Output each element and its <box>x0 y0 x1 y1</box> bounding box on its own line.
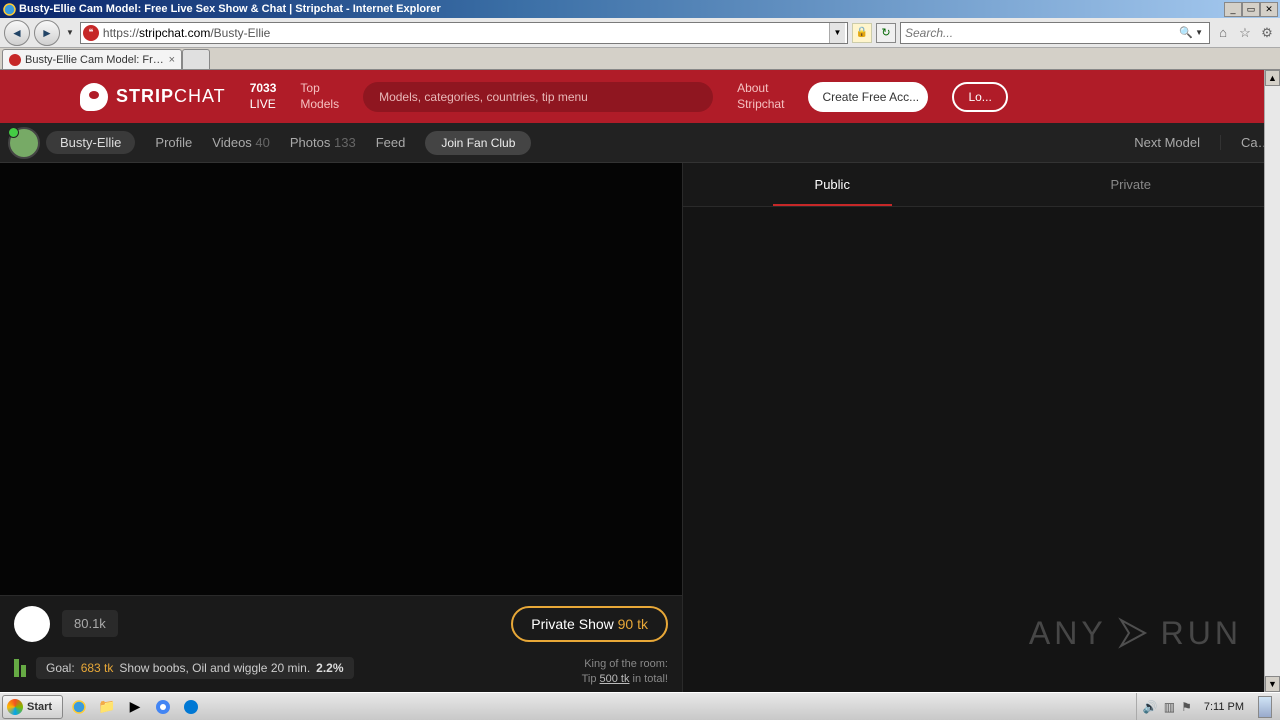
taskbar-explorer-icon[interactable]: 📁 <box>95 696 119 718</box>
lock-icon[interactable]: 🔒 <box>852 23 872 43</box>
taskbar-edge-icon[interactable] <box>179 696 203 718</box>
nav-profile[interactable]: Profile <box>155 135 192 150</box>
window-titlebar: Busty-Ellie Cam Model: Free Live Sex Sho… <box>0 0 1280 18</box>
model-avatar[interactable] <box>8 127 40 159</box>
browser-search[interactable]: 🔍 ▼ <box>900 22 1210 44</box>
video-info-bar: 80.1k Private Show 90 tk <box>0 595 682 651</box>
close-tab-icon[interactable]: × <box>169 54 175 66</box>
site-logo[interactable]: STRIPCHAT <box>80 83 226 111</box>
nav-dropdown[interactable]: ▼ <box>64 28 76 37</box>
main-content: 80.1k Private Show 90 tk Goal: 683 tk Sh… <box>0 163 1280 692</box>
browser-toolbar: ◄ ► ▼ ❝ https://stripchat.com/Busty-Elli… <box>0 18 1280 48</box>
taskbar-clock[interactable]: 7:11 PM <box>1198 701 1250 713</box>
system-tray: 🔊 ▥ ⚑ 7:11 PM <box>1136 693 1278 720</box>
nav-videos[interactable]: Videos 40 <box>212 135 270 150</box>
scroll-down-icon[interactable]: ▼ <box>1265 676 1280 692</box>
goal-bar: Goal: 683 tk Show boobs, Oil and wiggle … <box>0 651 682 692</box>
search-dropdown[interactable]: ▼ <box>1193 28 1205 37</box>
start-button[interactable]: Start <box>2 695 63 719</box>
follower-count: 80.1k <box>62 610 118 637</box>
minimize-button[interactable]: _ <box>1224 2 1242 17</box>
create-account-button[interactable]: Create Free Acc... <box>808 82 928 112</box>
chat-column: Public Private <box>682 163 1280 692</box>
king-of-room: King of the room: Tip 500 tk in total! <box>582 657 668 686</box>
site-header: STRIPCHAT 7033 LIVE TopModels Models, ca… <box>0 70 1280 123</box>
about-link[interactable]: AboutStripchat <box>737 81 784 112</box>
browser-tabbar: Busty-Ellie Cam Model: Free … × <box>0 48 1280 70</box>
windows-taskbar: Start 📁 ▶ 🔊 ▥ ⚑ 7:11 PM <box>0 692 1280 720</box>
nav-photos[interactable]: Photos 133 <box>290 135 356 150</box>
site-favicon: ❝ <box>83 25 99 41</box>
vertical-scrollbar[interactable]: ▲ ▼ <box>1264 70 1280 692</box>
tab-title: Busty-Ellie Cam Model: Free … <box>25 54 165 66</box>
model-name: Busty-Ellie <box>46 131 135 154</box>
private-show-button[interactable]: Private Show 90 tk <box>511 606 668 642</box>
window-title: Busty-Ellie Cam Model: Free Live Sex Sho… <box>19 3 1224 15</box>
favorites-icon[interactable]: ☆ <box>1236 24 1254 42</box>
broadcaster-avatar[interactable] <box>14 606 50 642</box>
page-viewport: STRIPCHAT 7033 LIVE TopModels Models, ca… <box>0 70 1280 692</box>
browser-tab-active[interactable]: Busty-Ellie Cam Model: Free … × <box>2 49 182 69</box>
chat-tabs: Public Private <box>683 163 1280 207</box>
close-window-button[interactable]: ✕ <box>1260 2 1278 17</box>
forward-button[interactable]: ► <box>34 20 60 46</box>
next-model-link[interactable]: Next Model <box>1134 135 1200 150</box>
taskbar-chrome-icon[interactable] <box>151 696 175 718</box>
scroll-up-icon[interactable]: ▲ <box>1265 70 1280 86</box>
url-dropdown[interactable]: ▼ <box>829 23 845 43</box>
video-column: 80.1k Private Show 90 tk Goal: 683 tk Sh… <box>0 163 682 692</box>
new-tab-button[interactable] <box>182 49 210 69</box>
search-input[interactable] <box>905 26 1179 40</box>
volume-icon[interactable]: 🔊 <box>1143 700 1158 714</box>
home-icon[interactable]: ⌂ <box>1214 24 1232 42</box>
taskbar-ie-icon[interactable] <box>67 696 91 718</box>
flag-icon[interactable]: ⚑ <box>1181 700 1192 714</box>
tools-icon[interactable]: ⚙ <box>1258 24 1276 42</box>
login-button[interactable]: Lo... <box>952 82 1007 112</box>
search-icon[interactable]: 🔍 <box>1179 26 1193 39</box>
windows-logo-icon <box>7 699 23 715</box>
show-desktop-button[interactable] <box>1258 696 1272 718</box>
logo-icon <box>80 83 108 111</box>
goal-pill: Goal: 683 tk Show boobs, Oil and wiggle … <box>36 657 354 679</box>
nav-feed[interactable]: Feed <box>376 135 406 150</box>
profile-nav: Busty-Ellie Profile Videos 40 Photos 133… <box>0 123 1280 163</box>
live-count: 7033 LIVE <box>250 81 277 112</box>
tray-icon-1[interactable]: ▥ <box>1164 700 1175 714</box>
maximize-button[interactable]: ▭ <box>1242 2 1260 17</box>
site-search-hint: Models, categories, countries, tip menu <box>379 90 588 104</box>
address-bar[interactable]: ❝ https://stripchat.com/Busty-Ellie ▼ <box>80 22 848 44</box>
video-player[interactable] <box>0 163 682 595</box>
refresh-button[interactable]: ↻ <box>876 23 896 43</box>
taskbar-media-icon[interactable]: ▶ <box>123 696 147 718</box>
join-fan-club-button[interactable]: Join Fan Club <box>425 131 531 155</box>
chat-body[interactable] <box>683 207 1280 692</box>
ie-icon <box>2 2 16 16</box>
chat-tab-public[interactable]: Public <box>683 163 982 206</box>
site-search[interactable]: Models, categories, countries, tip menu <box>363 82 713 112</box>
chat-tab-private[interactable]: Private <box>982 163 1280 206</box>
top-models-link[interactable]: TopModels <box>300 81 339 112</box>
back-button[interactable]: ◄ <box>4 20 30 46</box>
url-text: https://stripchat.com/Busty-Ellie <box>103 26 829 40</box>
goal-level-icon <box>14 657 26 677</box>
tab-favicon <box>9 54 21 66</box>
